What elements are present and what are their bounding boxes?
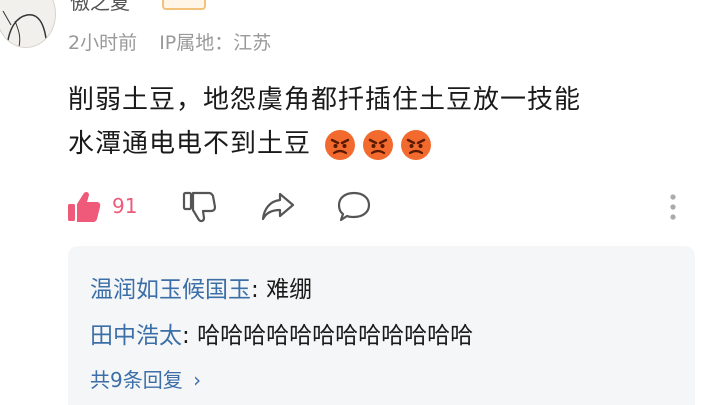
dislike-button[interactable]: [182, 190, 217, 228]
action-bar: 91: [66, 186, 696, 230]
reply-item[interactable]: 温润如玉候国玉: 难绷: [90, 270, 312, 304]
thumbs-up-icon: [68, 191, 101, 222]
comment-line-2: 水潭通电电不到土豆: [68, 129, 312, 159]
avatar-drawing: [2, 10, 48, 47]
comment-line-1: 削弱土豆，地怨虞角都扦插住土豆放一技能: [68, 85, 582, 115]
vertical-dots-icon: [670, 194, 676, 220]
view-all-replies-link[interactable]: 共9条回复 ›: [90, 364, 201, 393]
reply-preview-box: 温润如玉候国玉: 难绷 田中浩太: 哈哈哈哈哈哈哈哈哈哈哈哈 共9条回复 ›: [68, 246, 695, 405]
chevron-right-icon: ›: [193, 368, 202, 392]
reply-author[interactable]: 温润如玉候国玉: [90, 277, 251, 303]
like-button[interactable]: [66, 190, 102, 228]
username[interactable]: 傲之夏: [70, 0, 130, 15]
reply-separator: :: [182, 323, 198, 349]
like-count: 91: [112, 194, 138, 218]
emoji-row: [324, 129, 432, 161]
reply-text: 哈哈哈哈哈哈哈哈哈哈哈哈: [197, 323, 474, 349]
comment-bubble-icon: [337, 191, 371, 222]
comment-line-2-wrap: 水潭通电电不到土豆: [68, 122, 698, 166]
avatar[interactable]: [0, 0, 56, 48]
reply-author[interactable]: 田中浩太: [90, 323, 182, 349]
reply-item[interactable]: 田中浩太: 哈哈哈哈哈哈哈哈哈哈哈哈: [90, 316, 473, 350]
reply-text: 难绷: [266, 277, 313, 303]
comment-text: 削弱土豆，地怨虞角都扦插住土豆放一技能 水潭通电电不到土豆: [68, 78, 698, 166]
view-all-replies-label: 共9条回复: [90, 368, 183, 392]
time-ago: 2小时前: [68, 32, 138, 54]
share-button[interactable]: [260, 190, 296, 226]
comment-meta: 2小时前 IP属地：江苏: [68, 28, 271, 55]
comment-button[interactable]: [336, 190, 372, 228]
angry-face-emoji: [363, 129, 394, 160]
angry-face-emoji: [401, 129, 432, 160]
ip-location: IP属地：江苏: [159, 32, 272, 54]
thumbs-down-icon: [182, 191, 217, 223]
share-icon: [261, 192, 295, 221]
reply-separator: :: [251, 277, 267, 303]
angry-face-emoji: [325, 129, 356, 160]
comment-page: 傲之夏 2小时前 IP属地：江苏 削弱土豆，地怨虞角都扦插住土豆放一技能 水潭通…: [0, 0, 720, 405]
more-options-button[interactable]: [668, 192, 678, 226]
level-badge: [162, 0, 206, 10]
